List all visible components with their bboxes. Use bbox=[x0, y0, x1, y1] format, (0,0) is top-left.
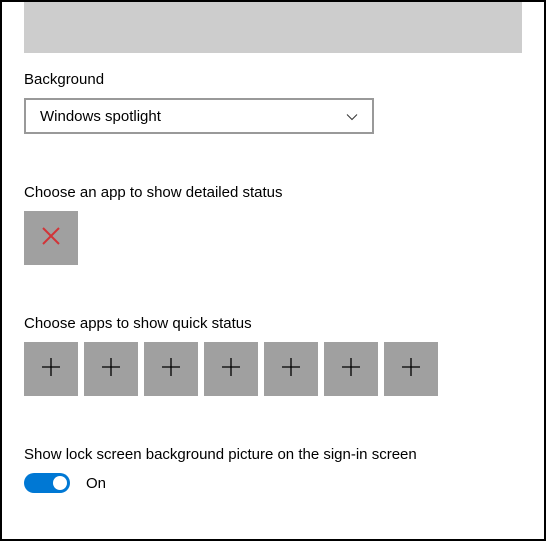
plus-icon bbox=[100, 356, 122, 382]
background-label: Background bbox=[24, 71, 522, 88]
x-icon bbox=[40, 225, 62, 251]
plus-icon bbox=[40, 356, 62, 382]
plus-icon bbox=[280, 356, 302, 382]
detailed-status-app-slot[interactable] bbox=[24, 211, 78, 265]
background-dropdown[interactable]: Windows spotlight bbox=[24, 98, 374, 134]
quick-status-slots bbox=[24, 342, 522, 396]
quick-status-slot[interactable] bbox=[264, 342, 318, 396]
plus-icon bbox=[400, 356, 422, 382]
plus-icon bbox=[340, 356, 362, 382]
plus-icon bbox=[220, 356, 242, 382]
quick-status-slot[interactable] bbox=[144, 342, 198, 396]
signin-picture-label: Show lock screen background picture on t… bbox=[24, 446, 522, 463]
quick-status-slot[interactable] bbox=[84, 342, 138, 396]
chevron-down-icon bbox=[346, 108, 358, 125]
lock-screen-preview bbox=[24, 2, 522, 53]
plus-icon bbox=[160, 356, 182, 382]
quick-status-slot[interactable] bbox=[24, 342, 78, 396]
signin-picture-toggle[interactable] bbox=[24, 473, 70, 493]
quick-status-slot[interactable] bbox=[384, 342, 438, 396]
quick-status-slot[interactable] bbox=[324, 342, 378, 396]
quick-status-slot[interactable] bbox=[204, 342, 258, 396]
quick-status-label: Choose apps to show quick status bbox=[24, 315, 522, 332]
detailed-status-label: Choose an app to show detailed status bbox=[24, 184, 522, 201]
signin-toggle-state: On bbox=[86, 475, 106, 492]
toggle-knob bbox=[53, 476, 67, 490]
background-selected-value: Windows spotlight bbox=[40, 108, 161, 125]
